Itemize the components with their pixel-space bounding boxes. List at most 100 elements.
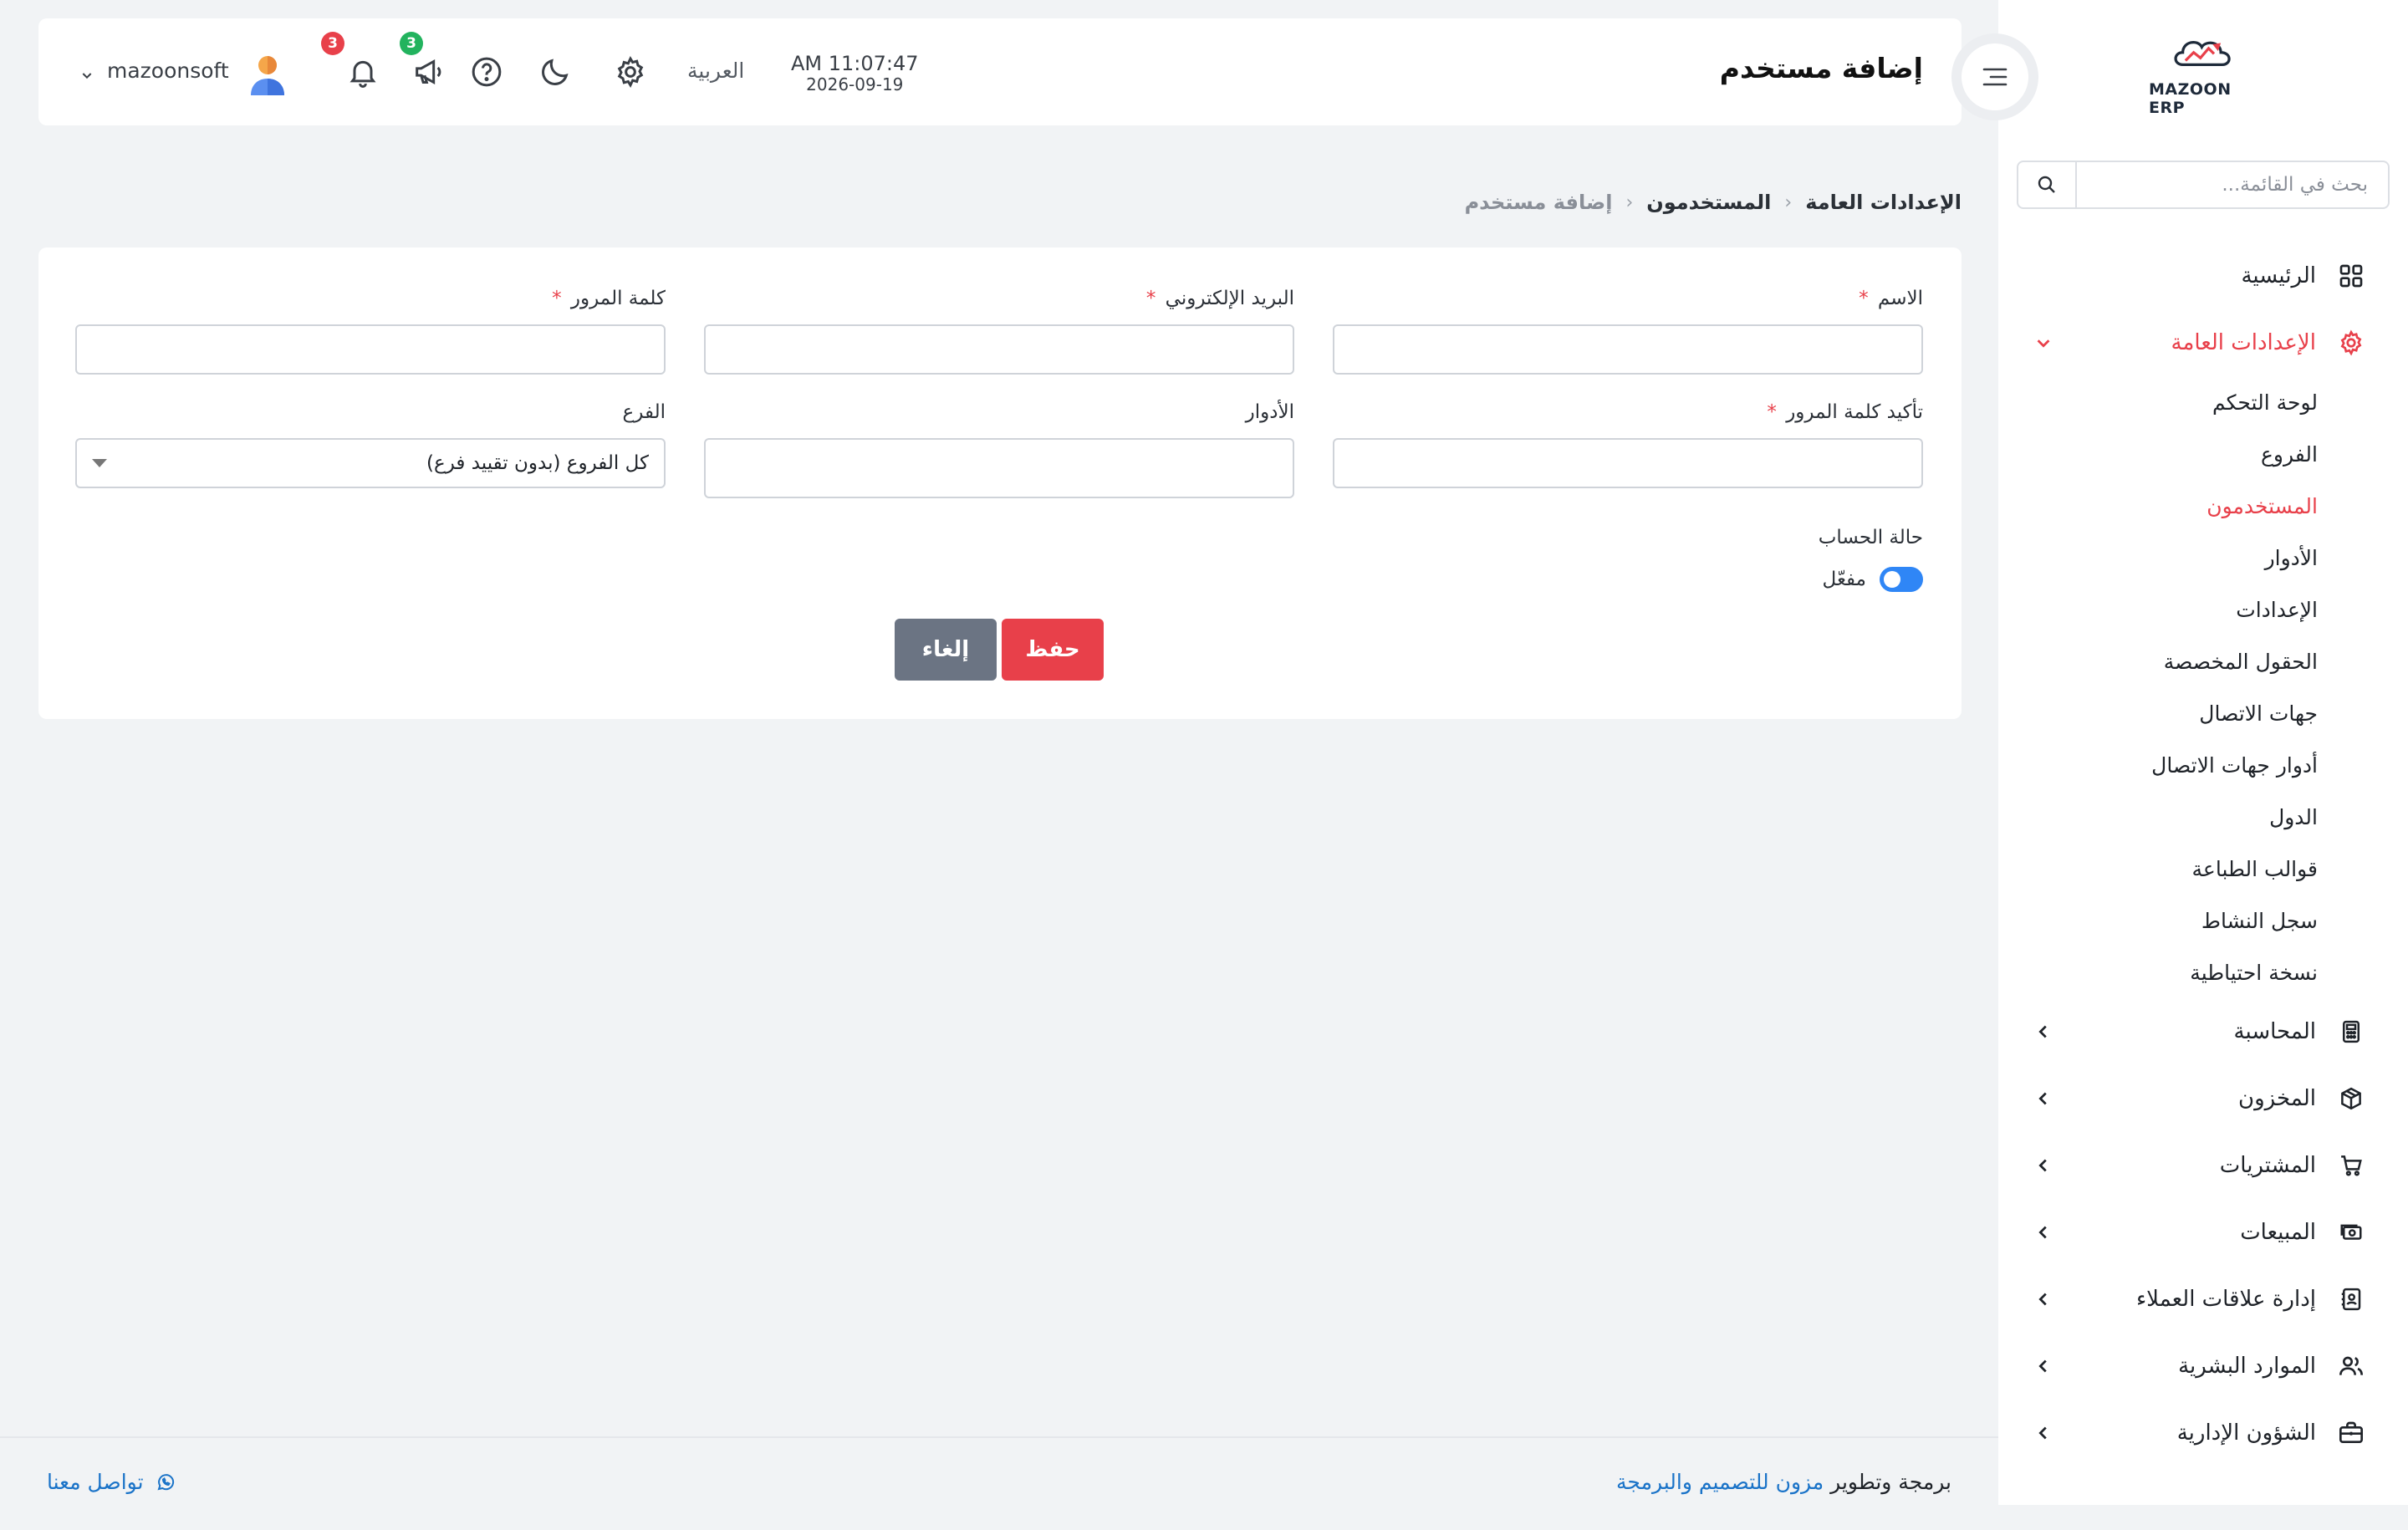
sidebar-item-inventory[interactable]: المخزون	[1998, 1065, 2408, 1132]
box-icon	[2336, 1084, 2366, 1114]
menu-icon	[1982, 68, 2008, 86]
sidebar-subitem-custom-fields[interactable]: الحقول المخصصة	[1998, 635, 2318, 687]
sidebar-subitem-contacts[interactable]: جهات الاتصال	[1998, 687, 2318, 739]
breadcrumb: الإعدادات العامة ‹ المستخدمون ‹ إضافة مس…	[1465, 191, 1962, 214]
account-status-value: مفعّل	[1822, 569, 1866, 590]
add-user-form: الاسم * البريد الإلكتروني * كلمة المرور …	[38, 247, 1962, 719]
breadcrumb-current: إضافة مستخدم	[1464, 191, 1613, 214]
required-mark: *	[1767, 401, 1777, 423]
sidebar-item-home[interactable]: الرئيسية	[1998, 242, 2408, 309]
roles-label: الأدوار	[1245, 401, 1294, 423]
sidebar-subitem-countries[interactable]: الدول	[1998, 791, 2318, 843]
header-clock: AM 11:07:47 2026-09-19	[791, 52, 919, 94]
branch-field: الفرع كل الفروع (بدون تقييد فرع)	[75, 401, 666, 488]
footer-credit: برمجة وتطوير مزون للتصميم والبرمجة	[1616, 1470, 1951, 1494]
cancel-button[interactable]: إلغاء	[895, 619, 997, 681]
notifications-button[interactable]	[344, 54, 381, 90]
footer-divider	[0, 1436, 1998, 1438]
sidebar-subitem-backup[interactable]: نسخة احتياطية	[1998, 946, 2318, 998]
password-input[interactable]	[75, 324, 666, 375]
gear-icon	[2336, 328, 2366, 358]
sidebar-item-admin-affairs[interactable]: الشؤون الإدارية	[1998, 1400, 2408, 1466]
sidebar-subitem-settings[interactable]: الإعدادات	[1998, 584, 2318, 635]
cart-icon	[2336, 1150, 2366, 1181]
account-status-toggle[interactable]	[1880, 567, 1923, 592]
sidebar-item-general-settings[interactable]: الإعدادات العامة	[1998, 309, 2408, 376]
chevron-left-icon	[2032, 1421, 2055, 1445]
sidebar-subitem-roles[interactable]: الأدوار	[1998, 532, 2318, 584]
name-label-text: الاسم	[1877, 288, 1923, 309]
contact-us-link[interactable]: تواصل معنا	[47, 1470, 176, 1494]
sidebar-item-label: الشؤون الإدارية	[2176, 1420, 2316, 1446]
sidebar-toggle-inner	[1962, 43, 2028, 110]
sidebar-item-purchases[interactable]: المشتريات	[1998, 1132, 2408, 1199]
briefcase-icon	[2336, 1418, 2366, 1448]
contacts-book-icon	[2336, 1284, 2366, 1314]
sidebar-item-label: المبيعات	[2240, 1220, 2316, 1245]
dark-mode-toggle[interactable]	[537, 54, 574, 90]
logo-icon	[2174, 40, 2231, 66]
save-button[interactable]: حفظ	[1002, 619, 1104, 681]
sidebar-item-label: الإعدادات العامة	[2171, 330, 2316, 355]
user-menu[interactable]: mazoonsoft	[107, 59, 229, 83]
branch-select[interactable]: كل الفروع (بدون تقييد فرع)	[75, 438, 666, 488]
branch-selected-value: كل الفروع (بدون تقييد فرع)	[426, 452, 649, 474]
notifications-badge: 3	[321, 32, 344, 55]
breadcrumb-parent[interactable]: المستخدمون	[1646, 191, 1771, 214]
avatar[interactable]	[247, 54, 288, 97]
megaphone-icon	[416, 59, 441, 85]
roles-multiselect[interactable]	[704, 438, 1294, 498]
sidebar-item-hr[interactable]: الموارد البشرية	[1998, 1333, 2408, 1400]
sidebar-item-label: الموارد البشرية	[2178, 1354, 2316, 1379]
sidebar-subitem-dashboard[interactable]: لوحة التحكم	[1998, 376, 2318, 428]
name-field: الاسم *	[1333, 288, 1923, 375]
search-button[interactable]	[2018, 162, 2077, 207]
confirm-password-field: تأكيد كلمة المرور *	[1333, 401, 1923, 488]
sidebar-subitem-users[interactable]: المستخدمون	[1998, 480, 2318, 532]
sidebar-subitem-print-templates[interactable]: قوالب الطباعة	[1998, 843, 2318, 895]
sidebar-item-label: المخزون	[2238, 1086, 2316, 1111]
sidebar: MAZOON ERP الرئيسية الإعدادات العامة لوح…	[1998, 0, 2408, 1505]
user-avatar-icon	[251, 56, 284, 95]
account-status-toggle-wrap: مفعّل	[1823, 567, 1923, 592]
roles-field: الأدوار	[704, 401, 1294, 498]
chevron-left-icon: ‹	[1625, 191, 1634, 213]
footer-credit-link[interactable]: مزون للتصميم والبرمجة	[1616, 1470, 1824, 1494]
announcements-badge: 3	[400, 32, 423, 55]
name-input[interactable]	[1333, 324, 1923, 375]
chevron-left-icon	[2032, 1288, 2055, 1311]
confirm-password-input[interactable]	[1333, 438, 1923, 488]
caret-down-icon	[92, 459, 107, 467]
language-switch[interactable]: العربية	[687, 59, 744, 83]
announcements-button[interactable]	[410, 54, 446, 90]
sidebar-subitem-activity-log[interactable]: سجل النشاط	[1998, 895, 2318, 946]
required-mark: *	[1145, 288, 1156, 309]
breadcrumb-root[interactable]: الإعدادات العامة	[1805, 191, 1962, 214]
sidebar-item-crm[interactable]: إدارة علاقات العملاء	[1998, 1266, 2408, 1333]
sidebar-toggle-button[interactable]	[1951, 33, 2038, 120]
cash-icon	[2336, 1217, 2366, 1247]
chevron-left-icon	[2032, 1354, 2055, 1378]
confirm-password-label: تأكيد كلمة المرور *	[1333, 401, 1923, 423]
chevron-left-icon	[2032, 1087, 2055, 1110]
sidebar-subitem-branches[interactable]: الفروع	[1998, 428, 2318, 480]
email-input[interactable]	[704, 324, 1294, 375]
sidebar-search	[2017, 161, 2390, 209]
password-label-text: كلمة المرور	[570, 288, 666, 309]
app-logo[interactable]: MAZOON ERP	[2149, 33, 2258, 117]
help-icon	[472, 57, 502, 87]
sidebar-search-input[interactable]	[2077, 162, 2388, 207]
sidebar-subitem-contact-roles[interactable]: أدوار جهات الاتصال	[1998, 739, 2318, 791]
calculator-icon	[2336, 1017, 2366, 1047]
email-label: البريد الإلكتروني *	[704, 288, 1294, 309]
footer-credit-prefix: برمجة وتطوير	[1830, 1470, 1951, 1494]
help-button[interactable]	[468, 54, 505, 90]
sidebar-item-sales[interactable]: المبيعات	[1998, 1199, 2408, 1266]
sidebar-item-accounting[interactable]: المحاسبة	[1998, 998, 2408, 1065]
chevron-down-icon	[2032, 331, 2055, 354]
chevron-down-icon[interactable]	[80, 64, 94, 87]
email-field: البريد الإلكتروني *	[704, 288, 1294, 375]
sidebar-subnav-general-settings: لوحة التحكم الفروع المستخدمون الأدوار ال…	[1998, 376, 2408, 998]
settings-button[interactable]	[612, 54, 649, 90]
required-mark: *	[1859, 288, 1869, 309]
